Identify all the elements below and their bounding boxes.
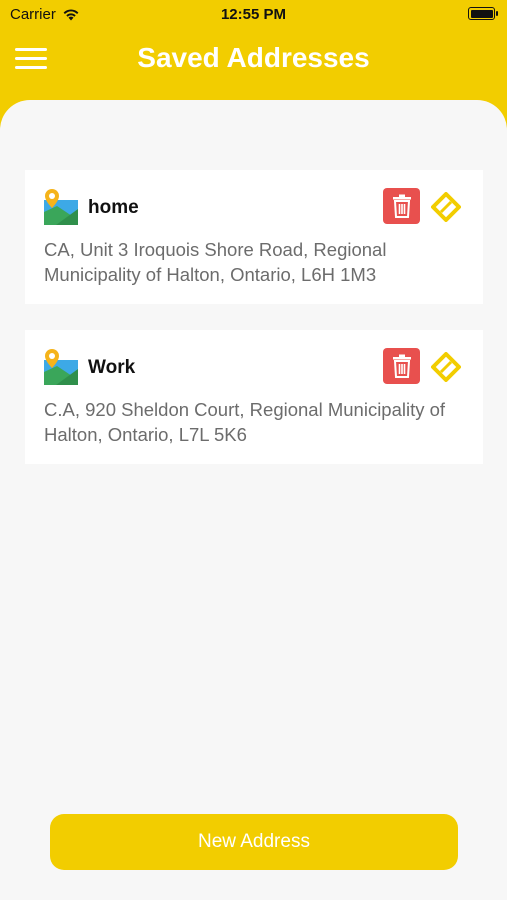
edit-tag-icon[interactable]	[431, 192, 461, 222]
status-time: 12:55 PM	[220, 6, 287, 23]
map-pin-icon	[44, 189, 78, 225]
address-name: Work	[88, 357, 136, 378]
address-name: home	[88, 197, 139, 218]
address-card[interactable]: home CA, Unit 3 Iroquois Shore Road, Reg…	[25, 170, 483, 304]
app-header: Saved Addresses	[0, 30, 507, 100]
address-text: CA, Unit 3 Iroquois Shore Road, Regional…	[44, 239, 387, 285]
status-bar: Carrier 12:55 PM	[0, 0, 507, 30]
delete-address-button[interactable]	[383, 188, 420, 224]
address-list-container: home CA, Unit 3 Iroquois Shore Road, Reg…	[0, 100, 507, 900]
map-pin-icon	[44, 349, 78, 385]
trash-icon	[392, 354, 411, 378]
delete-address-button[interactable]	[383, 348, 420, 384]
address-text: C.A, 920 Sheldon Court, Regional Municip…	[44, 399, 446, 445]
page-title: Saved Addresses	[137, 42, 370, 73]
trash-icon	[392, 194, 411, 218]
battery-icon	[468, 7, 498, 20]
address-card[interactable]: Work C.A, 920 Sheldon Court, Regional Mu…	[25, 330, 483, 464]
edit-tag-icon[interactable]	[431, 352, 461, 382]
new-address-button[interactable]: New Address	[50, 814, 458, 870]
